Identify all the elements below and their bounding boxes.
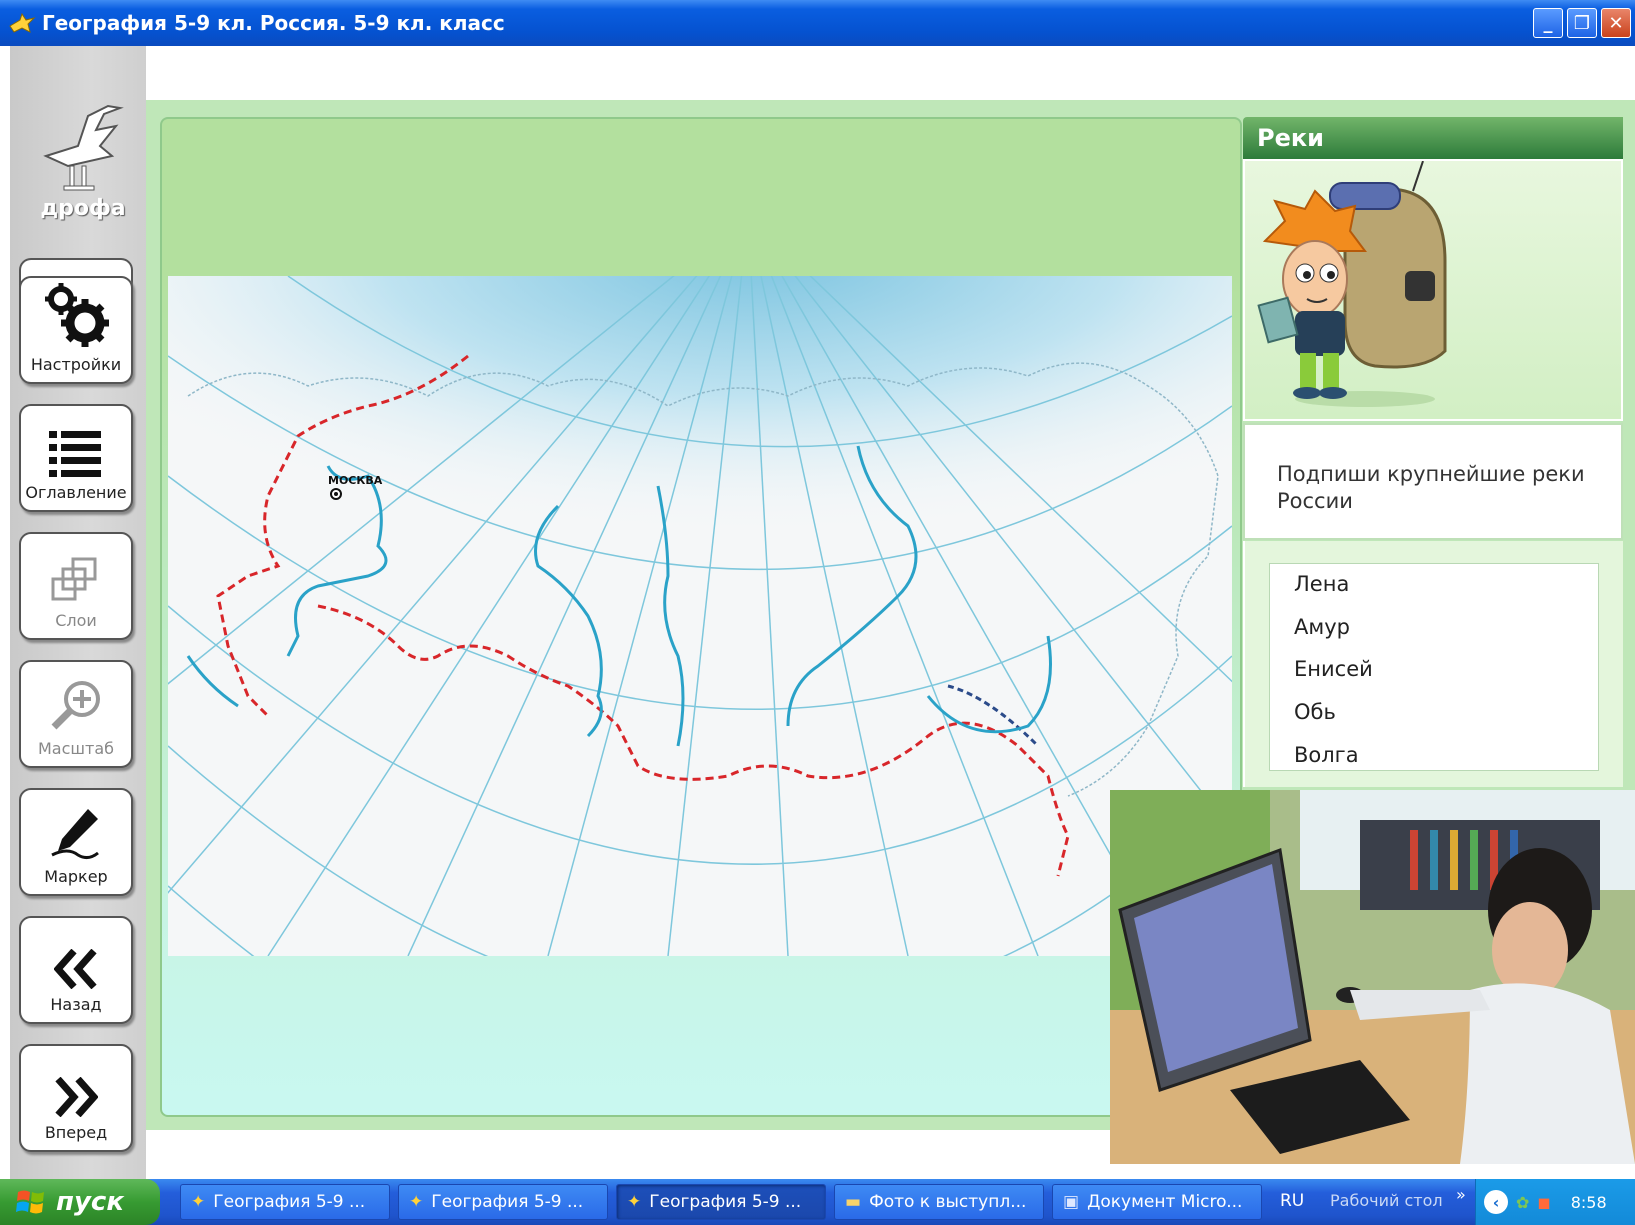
taskbar: пуск ✦ География 5-9 ... ✦ География 5-9… bbox=[0, 1179, 1635, 1225]
task-instruction-box: Подпиши крупнейшие реки России bbox=[1243, 423, 1623, 540]
settings-button[interactable]: Настройки bbox=[19, 276, 133, 384]
folder-icon: ▬ bbox=[845, 1192, 862, 1212]
windows-logo-icon bbox=[16, 1190, 44, 1214]
taskbar-item-label: География 5-9 ... bbox=[649, 1192, 802, 1212]
answer-volga[interactable]: Волга bbox=[1294, 743, 1359, 767]
moscow-label: МОСКВА bbox=[328, 474, 383, 487]
answers-list: Лена Амур Енисей Обь Волга bbox=[1269, 563, 1599, 771]
window-titlebar[interactable]: География 5-9 кл. Россия. 5-9 кл. класс … bbox=[0, 0, 1635, 46]
window-title: География 5-9 кл. Россия. 5-9 кл. класс bbox=[42, 11, 505, 35]
back-button[interactable]: Назад bbox=[19, 916, 133, 1024]
traveler-boy-illustration bbox=[1243, 159, 1623, 421]
answer-lena[interactable]: Лена bbox=[1294, 572, 1349, 596]
tray-antivirus-icon[interactable]: ◼ bbox=[1537, 1193, 1550, 1212]
map-graphic: МОСКВА bbox=[168, 276, 1232, 956]
tray-network-icon[interactable]: ✿ bbox=[1516, 1193, 1529, 1212]
app-icon: ✦ bbox=[627, 1192, 642, 1212]
layers-button[interactable]: Слои bbox=[19, 532, 133, 640]
taskbar-item-word-document[interactable]: ▣ Документ Micro... bbox=[1052, 1184, 1262, 1220]
app-icon bbox=[9, 12, 36, 33]
marker-label: Маркер bbox=[44, 867, 108, 886]
list-icon bbox=[49, 431, 101, 477]
task-instruction: Подпиши крупнейшие реки России bbox=[1277, 462, 1585, 513]
layers-icon bbox=[51, 557, 97, 601]
toolbar-chevron-icon[interactable]: » bbox=[1456, 1185, 1466, 1204]
back-label: Назад bbox=[50, 995, 102, 1014]
taskbar-item-label: Фото к выступл... bbox=[869, 1192, 1027, 1212]
task-panel: Реки Подпиши крупнейшие реки России Лена… bbox=[1243, 117, 1623, 787]
marker-button[interactable]: Маркер bbox=[19, 788, 133, 896]
restore-button[interactable]: ❐ bbox=[1567, 8, 1597, 38]
answer-amur[interactable]: Амур bbox=[1294, 615, 1350, 639]
taskbar-item-geography-1[interactable]: ✦ География 5-9 ... bbox=[180, 1184, 390, 1220]
gear-icon bbox=[45, 283, 109, 347]
drofa-logo: дрофа bbox=[38, 86, 128, 236]
contents-button[interactable]: Оглавление bbox=[19, 404, 133, 512]
task-header: Реки bbox=[1243, 117, 1623, 159]
system-tray: ‹ ✿ ◼ 8:58 bbox=[1475, 1179, 1635, 1225]
word-document-icon: ▣ bbox=[1063, 1192, 1080, 1212]
clock[interactable]: 8:58 bbox=[1571, 1193, 1607, 1212]
settings-label: Настройки bbox=[30, 355, 122, 374]
app-icon: ✦ bbox=[409, 1192, 424, 1212]
layers-label: Слои bbox=[55, 611, 97, 630]
minimize-button[interactable]: _ bbox=[1533, 8, 1563, 38]
sidebar: дрофа Настройки Оглавление Слои Масштаб … bbox=[10, 46, 146, 1179]
marker-icon bbox=[51, 809, 99, 860]
tray-expand-icon[interactable]: ‹ bbox=[1484, 1190, 1508, 1214]
zoom-icon bbox=[51, 681, 100, 730]
taskbar-item-label: География 5-9 ... bbox=[431, 1192, 584, 1212]
bird-logo-icon bbox=[43, 104, 124, 191]
start-button[interactable]: пуск bbox=[0, 1179, 160, 1225]
app-icon: ✦ bbox=[191, 1192, 206, 1212]
answer-yenisei[interactable]: Енисей bbox=[1294, 657, 1373, 681]
zoom-button[interactable]: Масштаб bbox=[19, 660, 133, 768]
taskbar-item-geography-3[interactable]: ✦ География 5-9 ... bbox=[616, 1184, 826, 1220]
close-button[interactable]: ✕ bbox=[1601, 8, 1631, 38]
desktop-toolbar-label[interactable]: Рабочий стол bbox=[1330, 1191, 1443, 1210]
start-label: пуск bbox=[56, 1187, 124, 1217]
answers-container: Лена Амур Енисей Обь Волга bbox=[1243, 541, 1623, 787]
logo-text: дрофа bbox=[40, 196, 126, 221]
language-indicator[interactable]: RU bbox=[1280, 1191, 1304, 1211]
russia-contour-map[interactable]: МОСКВА bbox=[168, 276, 1232, 956]
taskbar-item-label: География 5-9 ... bbox=[213, 1192, 366, 1212]
forward-button[interactable]: Вперед bbox=[19, 1044, 133, 1152]
taskbar-item-geography-2[interactable]: ✦ География 5-9 ... bbox=[398, 1184, 608, 1220]
classroom-photo bbox=[1110, 790, 1635, 1164]
forward-label: Вперед bbox=[44, 1123, 108, 1142]
answer-ob[interactable]: Обь bbox=[1294, 700, 1336, 724]
taskbar-item-label: Документ Micro... bbox=[1087, 1192, 1243, 1212]
taskbar-item-photo-folder[interactable]: ▬ Фото к выступл... bbox=[834, 1184, 1044, 1220]
double-chevron-right-icon bbox=[55, 1077, 98, 1117]
contents-label: Оглавление bbox=[25, 483, 127, 502]
double-chevron-left-icon bbox=[54, 949, 97, 989]
zoom-label: Масштаб bbox=[37, 739, 115, 758]
